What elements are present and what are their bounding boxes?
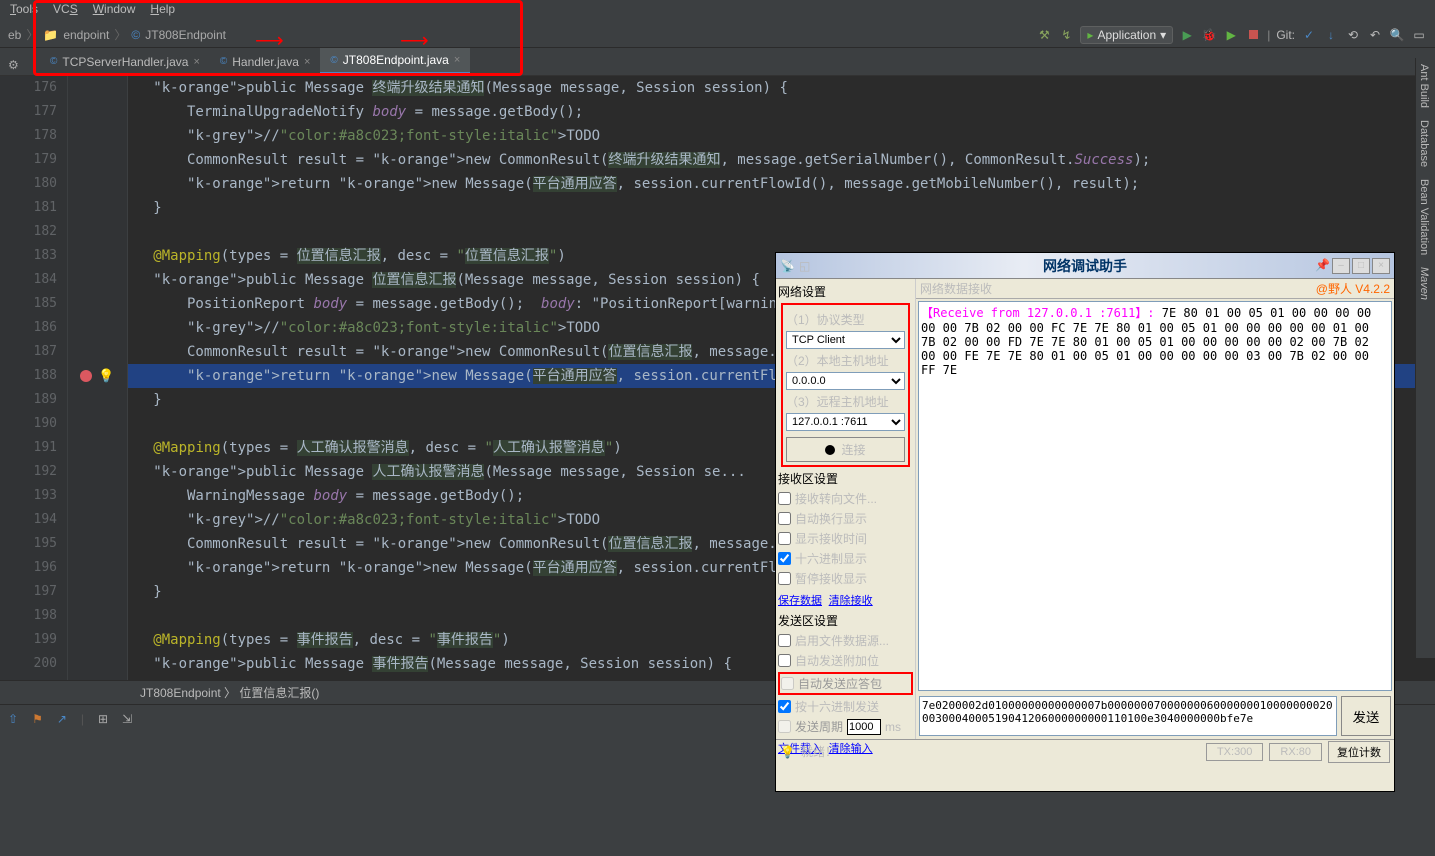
chk-hex-send[interactable] xyxy=(778,700,791,713)
run-config-select[interactable]: ▸ Application ▾ xyxy=(1080,26,1173,44)
swap-icon[interactable]: ↯ xyxy=(1058,27,1074,43)
code-line[interactable] xyxy=(128,220,1435,244)
chk-pause[interactable] xyxy=(778,572,791,585)
protocol-select[interactable]: TCP Client xyxy=(786,331,905,349)
history-icon[interactable]: ⟲ xyxy=(1345,27,1361,43)
search-icon[interactable]: 🔍 xyxy=(1389,27,1405,43)
nav-bar: eb 〉 📁 endpoint 〉 © JT808Endpoint ⚒ ↯ ▸ … xyxy=(0,22,1435,48)
chk-to-file[interactable] xyxy=(778,492,791,505)
version-label: @野人 V4.2.2 xyxy=(1316,280,1390,297)
section-send: 发送区设置 xyxy=(778,612,913,629)
menu-window[interactable]: Window xyxy=(93,2,136,20)
chevron-down-icon: ▾ xyxy=(1160,28,1166,42)
editor-tabs: ©TCPServerHandler.java× ©Handler.java× ©… xyxy=(0,48,1435,76)
reset-button[interactable]: 复位计数 xyxy=(1328,741,1390,763)
breadcrumb: eb 〉 📁 endpoint 〉 © JT808Endpoint xyxy=(8,26,226,43)
drawer-icon[interactable]: ▭ xyxy=(1411,27,1427,43)
save-data-link[interactable]: 保存数据 xyxy=(778,595,822,607)
period-input[interactable] xyxy=(847,719,881,735)
update-icon[interactable]: ↓ xyxy=(1323,27,1339,43)
tab-tcpserverhandler[interactable]: ©TCPServerHandler.java× xyxy=(40,48,210,75)
menu-tools[interactable]: TToolsools xyxy=(10,2,38,20)
bc-seg-0[interactable]: eb xyxy=(8,28,21,42)
chk-auto-extra[interactable] xyxy=(778,654,791,667)
status-icon: 💡 xyxy=(780,745,795,759)
close-button[interactable]: × xyxy=(1372,258,1390,274)
stop-icon[interactable] xyxy=(1245,27,1261,43)
chk-auto-reply xyxy=(781,677,794,690)
window-title: 网络调试助手 xyxy=(1043,256,1127,276)
grid-icon[interactable]: ⊞ xyxy=(98,712,108,726)
local-addr-select[interactable]: 0.0.0.0 xyxy=(786,372,905,390)
connect-dot-icon xyxy=(825,445,835,455)
bc-seg-2[interactable]: JT808Endpoint xyxy=(145,28,226,42)
menu-vcs[interactable]: VCS xyxy=(53,2,78,20)
close-icon[interactable]: × xyxy=(454,54,460,66)
bc-seg-1[interactable]: endpoint xyxy=(63,28,109,42)
hammer-icon[interactable]: ⚒ xyxy=(1036,27,1052,43)
arrow-icon[interactable]: ↗ xyxy=(57,712,67,726)
vtab-maven[interactable]: Maven xyxy=(1416,261,1432,306)
cascade-icon[interactable]: ◱ xyxy=(799,259,810,273)
status-text: 就绪！ xyxy=(801,743,837,760)
debug-icon[interactable]: 🐞 xyxy=(1201,27,1217,43)
vtab-ant[interactable]: Ant Build xyxy=(1416,58,1432,114)
section-recv: 接收区设置 xyxy=(778,470,913,487)
coverage-icon[interactable]: ▶ xyxy=(1223,27,1239,43)
code-line[interactable]: "k-orange">return "k-orange">new Message… xyxy=(128,172,1435,196)
tx-counter: TX:300 xyxy=(1206,743,1263,761)
chk-time[interactable] xyxy=(778,532,791,545)
pin-icon[interactable]: 📌 xyxy=(1315,258,1330,274)
send-button[interactable]: 发送 xyxy=(1341,696,1391,736)
network-group: （1）协议类型 TCP Client （2）本地主机地址 0.0.0.0 （3）… xyxy=(781,303,910,467)
icon-gutter: 💡 xyxy=(68,76,128,680)
min-button[interactable]: – xyxy=(1332,258,1350,274)
git-label: Git: xyxy=(1276,28,1295,42)
code-line[interactable]: CommonResult result = "k-orange">new Com… xyxy=(128,148,1435,172)
arrow-icon: ⟶ xyxy=(400,28,429,53)
code-line[interactable]: "k-grey">//"color:#a8c023;font-style:ita… xyxy=(128,124,1435,148)
revert-icon[interactable]: ↶ xyxy=(1367,27,1383,43)
recv-title: 网络数据接收 xyxy=(920,280,992,297)
window-titlebar[interactable]: 📡 ◱ 网络调试助手 📌 – □ × xyxy=(776,253,1394,279)
line-gutter: 1761771781791801811821831841851861871881… xyxy=(0,76,68,680)
code-line[interactable]: TerminalUpgradeNotify body = message.get… xyxy=(128,100,1435,124)
run-icon[interactable]: ▶ xyxy=(1179,27,1195,43)
close-icon[interactable]: × xyxy=(304,56,310,68)
close-icon[interactable]: × xyxy=(193,56,199,68)
bulb-icon[interactable]: 💡 xyxy=(98,368,114,384)
chk-hex-disp[interactable] xyxy=(778,552,791,565)
chk-wrap[interactable] xyxy=(778,512,791,525)
gear-icon[interactable]: ⚙ xyxy=(8,58,19,72)
breakpoint-icon[interactable] xyxy=(80,370,92,382)
chk-file-src[interactable] xyxy=(778,634,791,647)
remote-addr-select[interactable]: 127.0.0.1 :7611 xyxy=(786,413,905,431)
menu-bar: TToolsools VCS Window Help xyxy=(0,0,1435,22)
commit-icon[interactable]: ✓ xyxy=(1301,27,1317,43)
code-line[interactable]: } xyxy=(128,196,1435,220)
connect-button[interactable]: 连接 xyxy=(786,437,905,462)
tab-jt808endpoint[interactable]: ©JT808Endpoint.java× xyxy=(320,48,470,75)
collapse-icon[interactable]: ⇲ xyxy=(122,712,132,726)
max-button[interactable]: □ xyxy=(1352,258,1370,274)
right-toolwindow-tabs: Ant Build Database Bean Validation Maven xyxy=(1415,58,1435,658)
chk-period xyxy=(778,720,791,733)
vtab-bean[interactable]: Bean Validation xyxy=(1416,173,1432,261)
rx-counter: RX:80 xyxy=(1269,743,1322,761)
flag-icon[interactable]: ⚑ xyxy=(32,712,43,726)
code-line[interactable]: "k-orange">public Message 终端升级结果通知(Messa… xyxy=(128,76,1435,100)
clear-rx-link[interactable]: 清除接收 xyxy=(829,595,873,607)
recv-textarea[interactable]: 【Receive from 127.0.0.1 :7611】: 7E 80 01… xyxy=(918,301,1392,691)
net-assistant-window: 📡 ◱ 网络调试助手 📌 – □ × 网络设置 （1）协议类型 TCP Clie… xyxy=(775,252,1395,792)
menu-help[interactable]: Help xyxy=(150,2,175,20)
section-network: 网络设置 xyxy=(778,283,913,300)
send-input[interactable]: 7e0200002d01000000000000007b000000070000… xyxy=(919,696,1337,736)
up-icon[interactable]: ⇧ xyxy=(8,712,18,726)
app-icon: 📡 xyxy=(780,259,795,273)
vtab-database[interactable]: Database xyxy=(1416,114,1432,173)
arrow-icon: ⟶ xyxy=(255,28,284,53)
